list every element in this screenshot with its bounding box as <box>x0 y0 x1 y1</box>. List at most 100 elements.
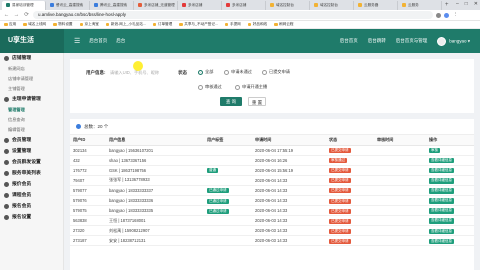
cell-tag <box>204 145 252 156</box>
status-radio-approved[interactable]: 审核通过 <box>198 84 222 90</box>
sidebar-group[interactable]: 报名设置 <box>0 212 63 223</box>
row-action-button[interactable]: 查看详细信息 <box>429 208 454 214</box>
cell-apply-time: 2020-06-04 17:55:19 <box>252 145 326 156</box>
browser-tab[interactable]: 云服务器 <box>354 1 398 10</box>
browser-tab[interactable]: 多米店铺 <box>178 1 222 10</box>
sidebar-group[interactable]: 设置管理 <box>0 146 63 157</box>
row-action-button[interactable]: 查看详细信息 <box>429 198 454 204</box>
forward-icon[interactable]: → <box>13 12 20 18</box>
browser-tab[interactable]: 多米店铺_无道管理 <box>134 1 178 10</box>
bookmark-item[interactable]: 应用 <box>4 22 16 27</box>
status-badge: 已提交申请 <box>329 238 351 244</box>
bookmark-item[interactable]: 域名上线网 <box>23 22 46 27</box>
bookmark-item[interactable]: 手提网 <box>224 22 241 27</box>
sidebar-item[interactable]: 信息查询 <box>0 115 63 125</box>
table-row: 579075 bangyao | 18333333335 已通过申请 2020-06-… <box>70 205 474 217</box>
column-header: 审核时间 <box>374 135 426 146</box>
browser-tab-label: 易家培训管理 <box>12 3 34 7</box>
sidebar-item[interactable]: 新建网店 <box>0 64 63 74</box>
browser-menu-icon[interactable]: ⋮ <box>452 12 459 18</box>
status-radio-rejected[interactable]: 申请未通过 <box>224 69 252 75</box>
row-action-button[interactable]: 查看详细信息 <box>429 157 454 164</box>
new-tab-icon[interactable]: + <box>442 1 449 10</box>
table-row: 432 shao | 13673367156 2020-06-04 16:26 审核通… <box>70 155 474 166</box>
user-search-input[interactable]: 请输入UID、手机号、昵称 <box>110 70 159 76</box>
bookmark-label: 域名上线网 <box>28 22 47 26</box>
browser-tab[interactable]: 易家培训管理 <box>2 1 46 10</box>
sidebar-item[interactable]: 主铺管理 <box>0 84 63 94</box>
row-action-button[interactable]: 审核 <box>429 147 440 154</box>
sidebar-group[interactable]: 服务审美列表 <box>0 168 63 179</box>
sidebar-group[interactable]: 会员管理 <box>0 135 63 146</box>
table-row: 176772 GSK | 18637198756 普通 2020-06-04 15:5… <box>70 165 474 176</box>
bookmark-label: 京上淘宝 <box>84 22 99 26</box>
back-icon[interactable]: ← <box>3 12 10 18</box>
maximize-icon[interactable]: □ <box>465 0 468 9</box>
status-badge: 审核通过 <box>329 158 347 164</box>
bookmark-item[interactable]: 刷网云程 <box>274 22 294 27</box>
sidebar-group-icon <box>4 215 9 220</box>
cell-action: 查看详细信息 <box>426 225 474 237</box>
bookmark-item[interactable]: 订单管理 <box>152 22 172 27</box>
bookmark-item[interactable]: 京上淘宝 <box>79 22 99 27</box>
header-link-jump[interactable]: 后台跳转 <box>368 38 386 44</box>
user-menu[interactable]: bangyao ▾ <box>437 36 470 46</box>
row-action-button[interactable]: 查看详细信息 <box>429 167 454 174</box>
sidebar-group[interactable]: 主理申请管理 <box>0 94 63 105</box>
sidebar-group[interactable]: 报价会员 <box>0 179 63 190</box>
bookmark-item[interactable]: 共享与_不动产登记... <box>179 22 218 27</box>
cell-tag <box>204 175 252 186</box>
sidebar-group[interactable]: 会员群发设置 <box>0 157 63 168</box>
profile-icon[interactable] <box>444 12 449 18</box>
status-radio-submitted[interactable]: 已提交申请 <box>262 69 290 75</box>
header-link-home[interactable]: 后台首页 <box>340 38 358 44</box>
cell-status: 已提交申请 <box>326 145 374 156</box>
table-row: 302134 bangyao | 15636107201 2020-06-04 17… <box>70 145 474 156</box>
status-radio-host[interactable]: 申请开通主播 <box>235 84 267 90</box>
bookmark-item[interactable]: 好品和线 <box>247 22 267 27</box>
browser-tab[interactable]: 腾讯云_高建搜索 <box>90 1 134 10</box>
browser-tab-label: 云服务 <box>408 3 419 7</box>
url-input[interactable]: u.amlive.bangyao.cn/bsc/bss/line-hosl-ap… <box>33 11 433 19</box>
close-icon[interactable]: ✕ <box>474 0 478 9</box>
sidebar-group-label: 报名会员 <box>12 204 32 209</box>
header-nav-secondary[interactable]: 后台 <box>116 38 125 44</box>
sidebar-group-icon <box>4 204 9 209</box>
cell-tag <box>204 235 252 247</box>
tab-favicon-icon <box>138 3 142 8</box>
reload-icon[interactable]: ⟳ <box>23 12 30 18</box>
radio-icon <box>262 69 267 75</box>
status-radio-all[interactable]: 全部 <box>198 69 213 75</box>
row-action-button[interactable]: 查看详细信息 <box>429 218 454 224</box>
cell-review-time <box>374 195 426 207</box>
column-header: 申请时间 <box>252 135 326 146</box>
browser-tab[interactable]: 云服务 <box>398 1 442 10</box>
sidebar-item[interactable]: 店铺申请管理 <box>0 74 63 84</box>
row-action-button[interactable]: 查看详细信息 <box>429 228 454 235</box>
search-button[interactable]: 查 询 <box>220 97 242 106</box>
bookmark-label: 物料设置 <box>58 22 73 26</box>
browser-tab[interactable]: 域名控制台 <box>266 1 310 10</box>
menu-icon[interactable]: ☰ <box>74 37 80 45</box>
browser-tab[interactable]: 餐讯云_高建搜索 <box>46 1 90 10</box>
cell-tag: 已通过申请 <box>204 195 252 207</box>
extension-icon[interactable] <box>436 12 441 18</box>
sidebar-group[interactable]: 店铺管理 <box>0 53 63 64</box>
sidebar-group-icon <box>4 56 9 61</box>
row-action-button[interactable]: 查看详细信息 <box>429 188 454 194</box>
header-nav-home[interactable]: 后台首页 <box>89 38 107 44</box>
sidebar-group[interactable]: 课程会员 <box>0 190 63 201</box>
sidebar-item[interactable]: 编辑管理 <box>0 125 63 135</box>
minimize-icon[interactable]: – <box>456 0 459 9</box>
reset-button[interactable]: 重 置 <box>248 97 266 106</box>
results-panel: 总数：20 个 用户ID 用户信息 用户标签 申请时间 状态 审核时间 操作 302134 b… <box>70 119 474 270</box>
row-action-button[interactable]: 查看详细信息 <box>429 178 454 184</box>
browser-tab[interactable]: 域名控制台 <box>310 1 354 10</box>
bookmark-item[interactable]: 新浪-网上_小礼品站... <box>105 22 146 27</box>
browser-tab[interactable]: 多米店铺 <box>222 1 266 10</box>
bookmark-item[interactable]: 物料设置 <box>53 22 73 27</box>
header-link-manage[interactable]: 后台首页与管理 <box>396 38 428 44</box>
row-action-button[interactable]: 查看详细信息 <box>429 238 454 245</box>
sidebar-group[interactable]: 报名会员 <box>0 201 63 212</box>
sidebar-item[interactable]: 管理管理 <box>0 105 63 115</box>
